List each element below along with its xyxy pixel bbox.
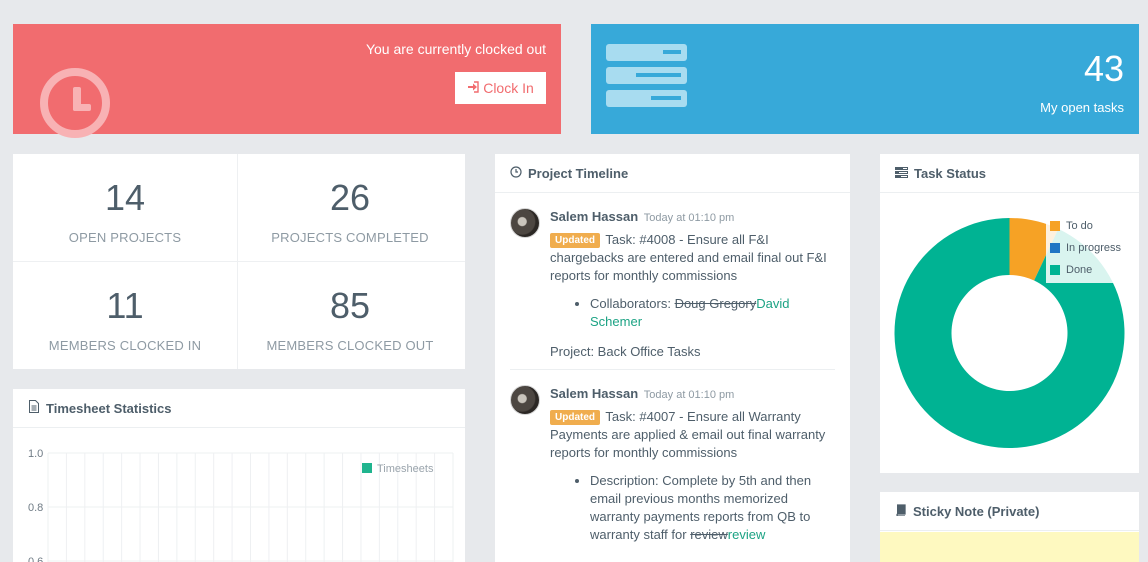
panel-header: Timesheet Statistics xyxy=(13,389,465,428)
clock-widget: You are currently clocked out Clock In xyxy=(13,24,561,138)
entry-detail: Collaborators: Doug GregoryDavid Schemer xyxy=(590,295,835,331)
stat-label: OPEN PROJECTS xyxy=(68,230,182,245)
legend-label: To do xyxy=(1066,220,1093,232)
stat-value: 14 xyxy=(104,177,146,218)
new-value[interactable]: review xyxy=(728,527,766,542)
entry-detail: Description: Complete by 5th and then em… xyxy=(590,472,835,544)
stat-label: PROJECTS COMPLETED xyxy=(271,230,429,245)
entry-time: Today at 01:10 pm xyxy=(643,389,735,401)
panel-title: Timesheet Statistics xyxy=(46,400,172,416)
sign-in-icon xyxy=(467,80,479,96)
stat-label: MEMBERS CLOCKED IN xyxy=(48,338,202,353)
open-tasks-widget[interactable]: 43 My open tasks xyxy=(591,24,1139,134)
tasks-list-icon xyxy=(606,44,687,108)
timesheet-statistics-panel: Timesheet Statistics 1.0 0.8 0.6 Timesheets xyxy=(13,389,465,562)
chart-legend: To do In progress Done xyxy=(1046,213,1126,283)
project-stats-card: 14 OPEN PROJECTS 26 PROJECTS COMPLETED 1… xyxy=(13,154,465,369)
panel-header: Sticky Note (Private) xyxy=(880,492,1139,531)
stat-open-projects[interactable]: 14 OPEN PROJECTS xyxy=(13,154,237,261)
legend-swatch xyxy=(1050,221,1060,231)
sticky-note-panel: Sticky Note (Private) xyxy=(880,492,1139,562)
panel-header: Project Timeline xyxy=(495,154,850,193)
clock-in-label: Clock In xyxy=(483,80,534,96)
clock-status-text: You are currently clocked out xyxy=(365,41,546,57)
legend-item[interactable]: To do xyxy=(1050,215,1121,237)
legend-item[interactable]: Done xyxy=(1050,259,1121,281)
panel-title: Sticky Note (Private) xyxy=(913,503,1040,519)
stat-value: 26 xyxy=(329,177,371,218)
entry-author[interactable]: Salem Hassan xyxy=(550,209,638,224)
y-tick-label: 0.8 xyxy=(28,502,43,514)
y-tick-label: 0.6 xyxy=(28,556,43,562)
entry-project[interactable]: Project: Back Office Tasks xyxy=(550,343,835,361)
sticky-note-textarea[interactable] xyxy=(880,532,1139,562)
entry-author[interactable]: Salem Hassan xyxy=(550,386,638,401)
legend-label: Done xyxy=(1066,264,1093,276)
avatar[interactable] xyxy=(510,208,540,238)
project-timeline-panel: Project Timeline Salem Hassan Today at 0… xyxy=(495,154,850,562)
clock-icon xyxy=(510,165,522,181)
open-tasks-count: 43 xyxy=(1083,48,1124,89)
legend-label[interactable]: Timesheets xyxy=(377,463,434,475)
task-status-panel: Task Status To do In progress Done xyxy=(880,154,1139,473)
entry-time: Today at 01:10 pm xyxy=(643,212,735,224)
legend-swatch xyxy=(362,463,372,473)
stat-label: MEMBERS CLOCKED OUT xyxy=(266,338,434,353)
stat-projects-completed[interactable]: 26 PROJECTS COMPLETED xyxy=(238,154,462,261)
panel-header: Task Status xyxy=(880,154,1139,193)
y-tick-label: 1.0 xyxy=(28,448,43,460)
clock-icon xyxy=(40,68,110,138)
stat-members-clocked-out[interactable]: 85 MEMBERS CLOCKED OUT xyxy=(238,262,462,369)
stat-members-clocked-in[interactable]: 11 MEMBERS CLOCKED IN xyxy=(13,262,237,369)
panel-title: Task Status xyxy=(914,165,987,181)
stat-value: 11 xyxy=(106,285,144,326)
timesheet-chart: 1.0 0.8 0.6 Timesheets xyxy=(28,448,454,562)
avatar[interactable] xyxy=(510,385,540,415)
status-badge: Updated xyxy=(550,410,600,425)
legend-label: In progress xyxy=(1066,242,1122,254)
book-icon xyxy=(895,503,907,519)
clock-in-button[interactable]: Clock In xyxy=(455,72,546,104)
tasks-icon xyxy=(895,166,908,181)
old-value: Doug Gregory xyxy=(674,296,757,311)
legend-swatch xyxy=(1050,243,1060,253)
file-text-icon xyxy=(28,400,40,416)
stat-value: 85 xyxy=(329,285,371,326)
old-value: review xyxy=(690,527,728,542)
open-tasks-label: My open tasks xyxy=(1040,100,1124,115)
legend-item[interactable]: In progress xyxy=(1050,237,1121,259)
status-badge: Updated xyxy=(550,233,600,248)
panel-title: Project Timeline xyxy=(528,165,629,181)
legend-swatch xyxy=(1050,265,1060,275)
